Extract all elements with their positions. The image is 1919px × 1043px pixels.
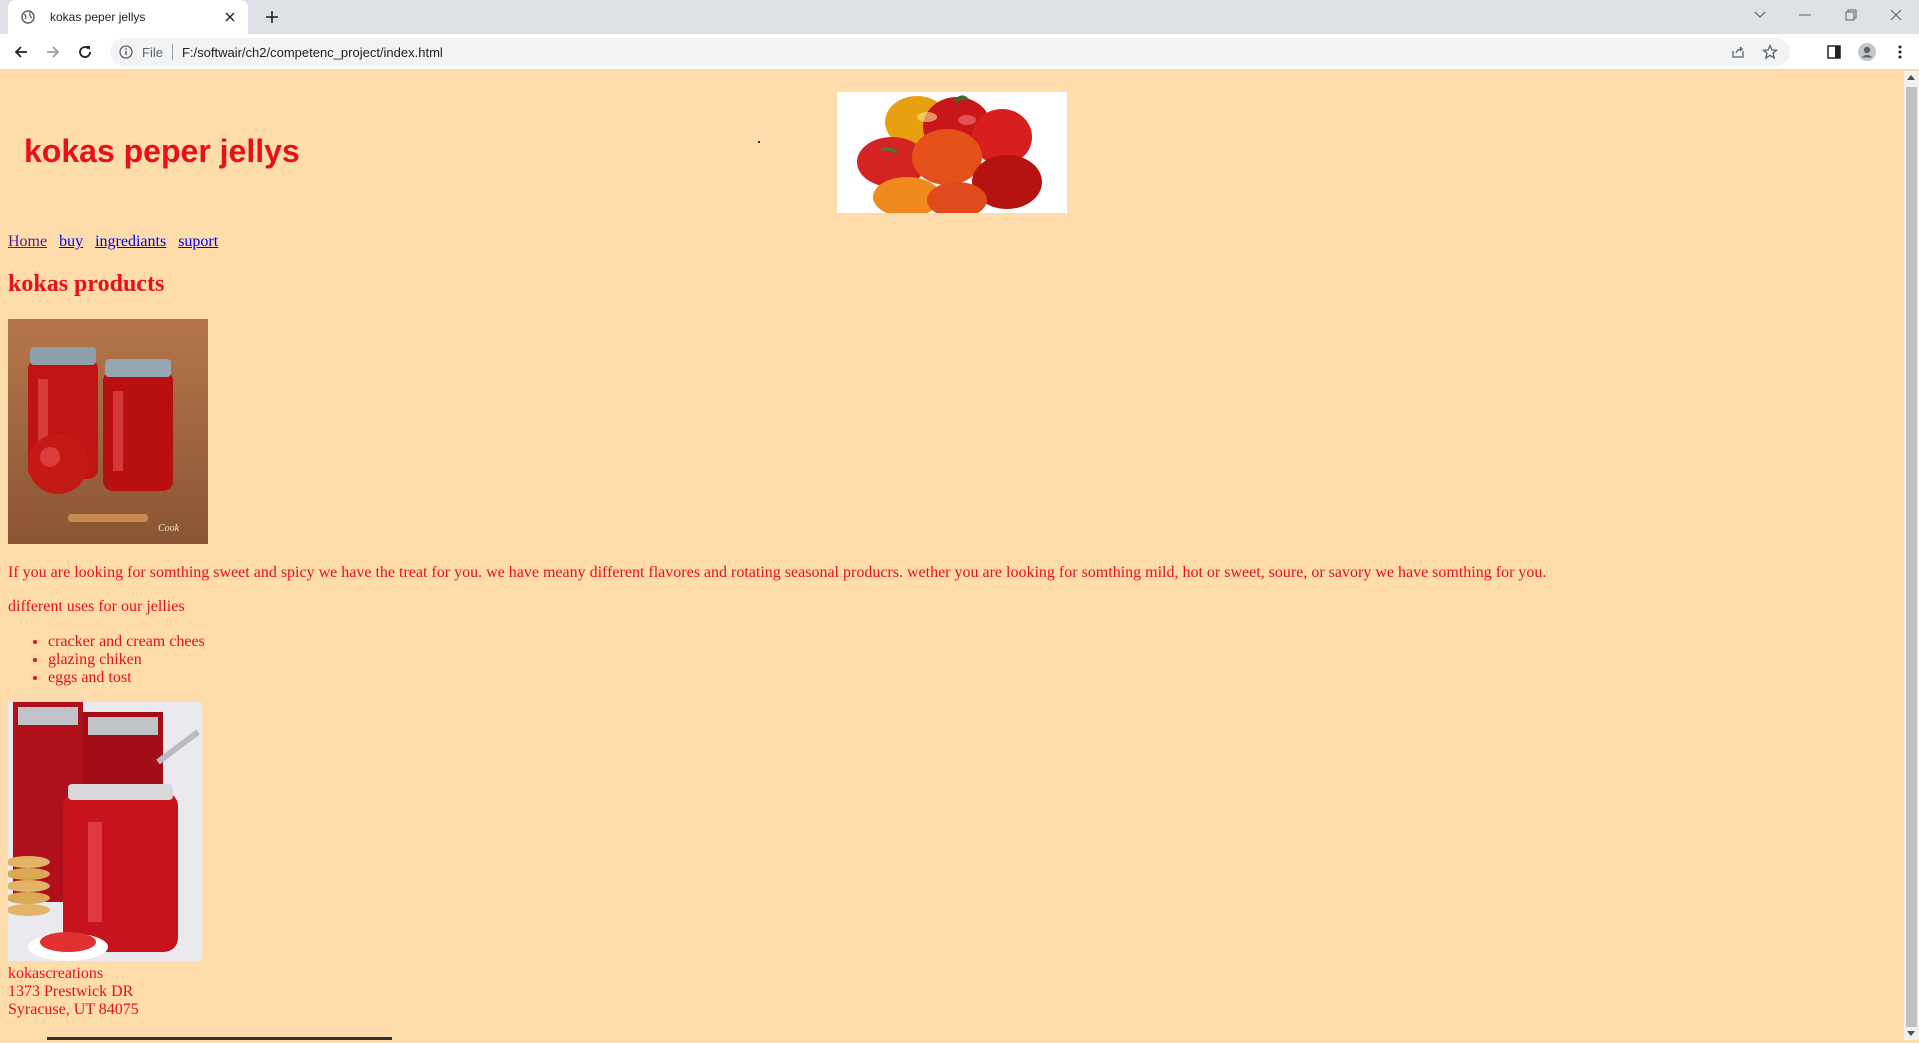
omnibox-separator (171, 44, 173, 60)
intro-paragraph: If you are looking for somthing sweet an… (8, 564, 1547, 581)
close-icon[interactable] (222, 9, 238, 25)
profile-icon[interactable] (1855, 40, 1879, 64)
uses-heading: different uses for our jellies (8, 598, 185, 615)
nav-link-suport[interactable]: suport (178, 233, 218, 250)
back-icon[interactable] (9, 40, 33, 64)
list-item: eggs and tost (48, 669, 205, 687)
street-address: 1373 Prestwick DR (8, 983, 134, 1000)
taskbar-edge (47, 1037, 392, 1040)
nav-link-ingrediants[interactable]: ingrediants (95, 233, 166, 250)
chevron-down-icon[interactable] (1740, 0, 1780, 30)
plus-icon[interactable] (260, 5, 284, 29)
svg-text:Cook: Cook (158, 523, 180, 534)
browser-toolbar: File F:/softwair/ch2/competenc_project/i… (0, 34, 1919, 70)
restore-icon[interactable] (1831, 0, 1871, 30)
page-viewport: kokas peper jellys Home buy ingrediants … (0, 71, 1904, 1040)
nav-link-home[interactable]: Home (8, 233, 47, 250)
site-title: kokas peper jellys (24, 133, 300, 169)
forward-icon[interactable] (41, 40, 65, 64)
share-icon[interactable] (1726, 40, 1750, 64)
side-panel-icon[interactable] (1822, 40, 1846, 64)
list-item: cracker and cream chees (48, 633, 205, 651)
business-name: kokascreations (8, 965, 104, 982)
products-heading: kokas products (8, 271, 165, 297)
info-icon[interactable] (118, 44, 134, 60)
peppers-image (837, 92, 1067, 213)
address-bar[interactable]: File F:/softwair/ch2/competenc_project/i… (110, 38, 1790, 66)
city-state-zip: Syracuse, UT 84075 (8, 1001, 139, 1018)
footer-address: kokascreations 1373 Prestwick DR Syracus… (8, 965, 139, 1019)
star-icon[interactable] (1758, 40, 1782, 64)
browser-tab[interactable]: kokas peper jellys (8, 0, 248, 34)
scroll-up-icon[interactable] (1907, 75, 1915, 80)
jelly-jars-apple-image: Cook (8, 319, 208, 544)
url-text[interactable]: F:/softwair/ch2/competenc_project/index.… (182, 45, 1726, 60)
scrollbar-thumb[interactable] (1906, 87, 1917, 1027)
globe-icon (20, 9, 36, 25)
nav-link-buy[interactable]: buy (59, 233, 83, 250)
stray-dot (758, 141, 760, 143)
jelly-jars-crackers-image (8, 702, 202, 961)
url-scheme-label: File (142, 44, 163, 60)
main-nav: Home buy ingrediants suport (8, 233, 226, 251)
scroll-down-icon[interactable] (1907, 1031, 1915, 1036)
tab-title: kokas peper jellys (50, 10, 146, 24)
vertical-scrollbar[interactable] (1904, 71, 1919, 1040)
close-window-icon[interactable] (1876, 0, 1916, 30)
reload-icon[interactable] (73, 40, 97, 64)
menu-icon[interactable] (1888, 40, 1912, 64)
minimize-icon[interactable] (1785, 0, 1825, 30)
tab-strip: kokas peper jellys (0, 0, 1919, 34)
uses-list: cracker and cream chees glazing chiken e… (8, 633, 205, 687)
list-item: glazing chiken (48, 651, 205, 669)
